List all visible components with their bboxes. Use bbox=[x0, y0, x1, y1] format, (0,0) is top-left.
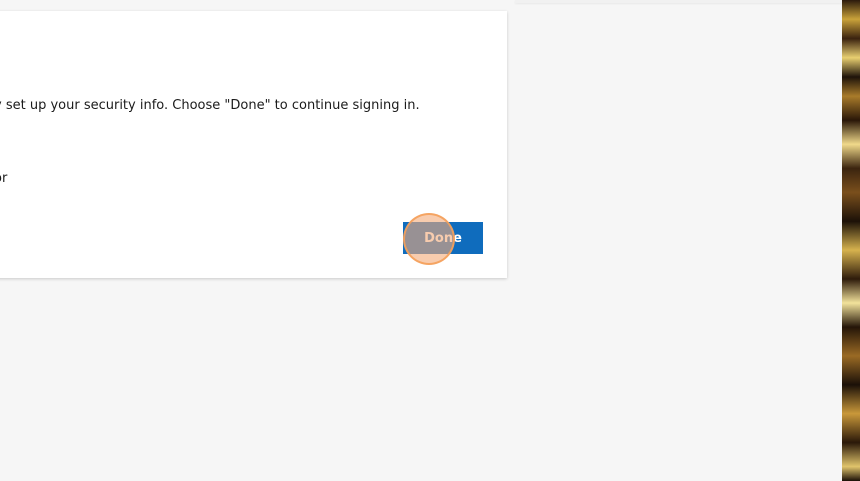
done-button[interactable]: Done bbox=[403, 222, 483, 254]
top-strip bbox=[515, 0, 842, 3]
success-message: y set up your security info. Choose "Don… bbox=[0, 98, 420, 113]
partial-text-line: or bbox=[0, 171, 8, 186]
desktop-wallpaper-edge bbox=[842, 0, 860, 481]
security-info-dialog: y set up your security info. Choose "Don… bbox=[0, 11, 507, 278]
browser-viewport: y set up your security info. Choose "Don… bbox=[0, 0, 842, 481]
